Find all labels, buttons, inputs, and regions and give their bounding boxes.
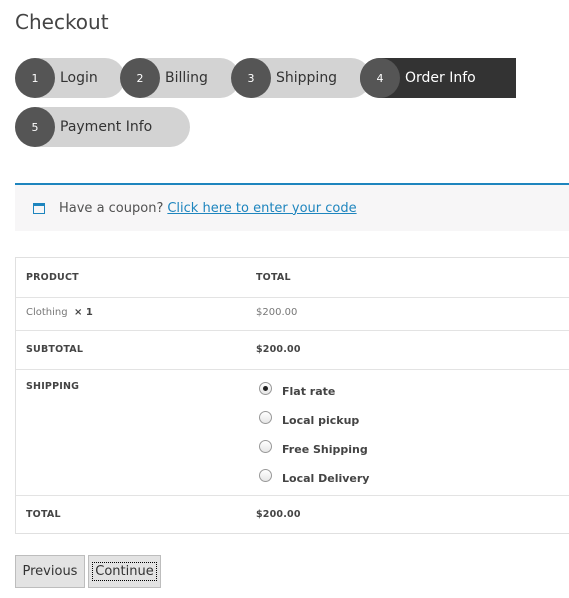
- step-number: 4: [360, 58, 400, 98]
- shipping-row: SHIPPING Flat rate Local pickup Free Shi…: [16, 369, 569, 496]
- coupon-notice: Have a coupon? Click here to enter your …: [15, 183, 569, 231]
- table-row: Clothing × 1 $200.00: [16, 297, 569, 331]
- step-shipping[interactable]: 3 Shipping: [231, 58, 371, 98]
- total-row: TOTAL $200.00: [16, 495, 569, 533]
- step-number: 1: [15, 58, 55, 98]
- radio-button[interactable]: [259, 440, 272, 453]
- step-login[interactable]: 1 Login: [15, 58, 125, 98]
- shipping-label: SHIPPING: [26, 381, 80, 392]
- total-header: TOTAL: [256, 272, 291, 283]
- order-review-table: PRODUCT TOTAL Clothing × 1 $200.00 SUBTO…: [15, 257, 569, 534]
- shipping-option-local-delivery[interactable]: Local Delivery: [259, 466, 369, 485]
- step-billing[interactable]: 2 Billing: [120, 58, 240, 98]
- item-name: Clothing × 1: [26, 307, 93, 318]
- step-number: 2: [120, 58, 160, 98]
- previous-button[interactable]: Previous: [15, 555, 85, 588]
- page-title: Checkout: [15, 10, 109, 34]
- shipping-option-label: Local pickup: [282, 414, 360, 427]
- step-order-info[interactable]: 4 Order Info: [360, 58, 516, 98]
- subtotal-row: SUBTOTAL $200.00: [16, 330, 569, 370]
- radio-button-selected[interactable]: [259, 382, 272, 395]
- product-header: PRODUCT: [26, 272, 79, 283]
- shipping-option-label: Flat rate: [282, 385, 336, 398]
- continue-button[interactable]: Continue: [88, 555, 161, 588]
- step-label: Order Info: [405, 70, 476, 86]
- continue-label: Continue: [92, 562, 157, 581]
- subtotal-value: $200.00: [256, 344, 301, 355]
- shipping-option-label: Local Delivery: [282, 472, 370, 485]
- shipping-option-label: Free Shipping: [282, 443, 368, 456]
- step-label: Shipping: [276, 70, 338, 86]
- subtotal-label: SUBTOTAL: [26, 344, 84, 355]
- item-quantity: × 1: [73, 307, 93, 318]
- calendar-icon: [33, 202, 45, 214]
- shipping-option-local-pickup[interactable]: Local pickup: [259, 408, 359, 427]
- total-value: $200.00: [256, 509, 301, 520]
- step-number: 3: [231, 58, 271, 98]
- shipping-option-free-shipping[interactable]: Free Shipping: [259, 437, 368, 456]
- step-label: Login: [60, 70, 98, 86]
- radio-button[interactable]: [259, 469, 272, 482]
- radio-button[interactable]: [259, 411, 272, 424]
- step-label: Payment Info: [60, 119, 153, 135]
- total-label: TOTAL: [26, 509, 61, 520]
- coupon-prompt: Have a coupon?: [59, 200, 164, 216]
- coupon-link[interactable]: Click here to enter your code: [167, 201, 356, 216]
- step-number: 5: [15, 107, 55, 147]
- item-total: $200.00: [256, 307, 298, 318]
- step-payment-info[interactable]: 5 Payment Info: [15, 107, 190, 147]
- step-label: Billing: [165, 70, 208, 86]
- table-header-row: PRODUCT TOTAL: [16, 258, 569, 298]
- shipping-option-flat-rate[interactable]: Flat rate: [259, 379, 335, 398]
